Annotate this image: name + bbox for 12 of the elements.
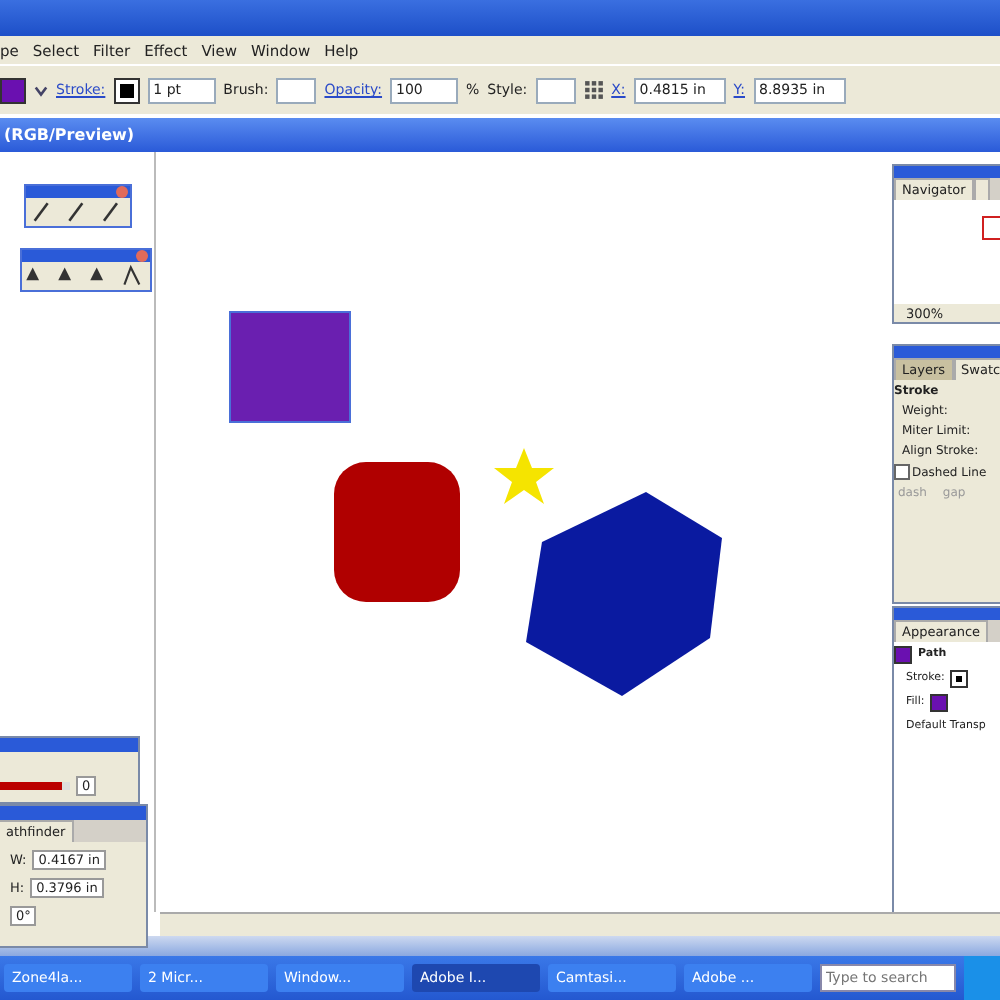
stroke-swatch[interactable]: [113, 77, 140, 103]
color-slider[interactable]: [0, 782, 63, 790]
panel-title-bar: [0, 738, 138, 752]
fill-swatch: [930, 693, 949, 711]
document-title: (RGB/Preview): [4, 126, 135, 144]
reference-point-icon[interactable]: [583, 80, 604, 100]
horizontal-scrollbar[interactable]: [160, 912, 1000, 936]
fill-swatch: [894, 645, 912, 663]
system-tray: [964, 956, 1000, 1000]
view-box[interactable]: [982, 216, 1000, 240]
stroke-swatch: [950, 669, 969, 687]
fill-swatch[interactable]: [0, 77, 26, 103]
